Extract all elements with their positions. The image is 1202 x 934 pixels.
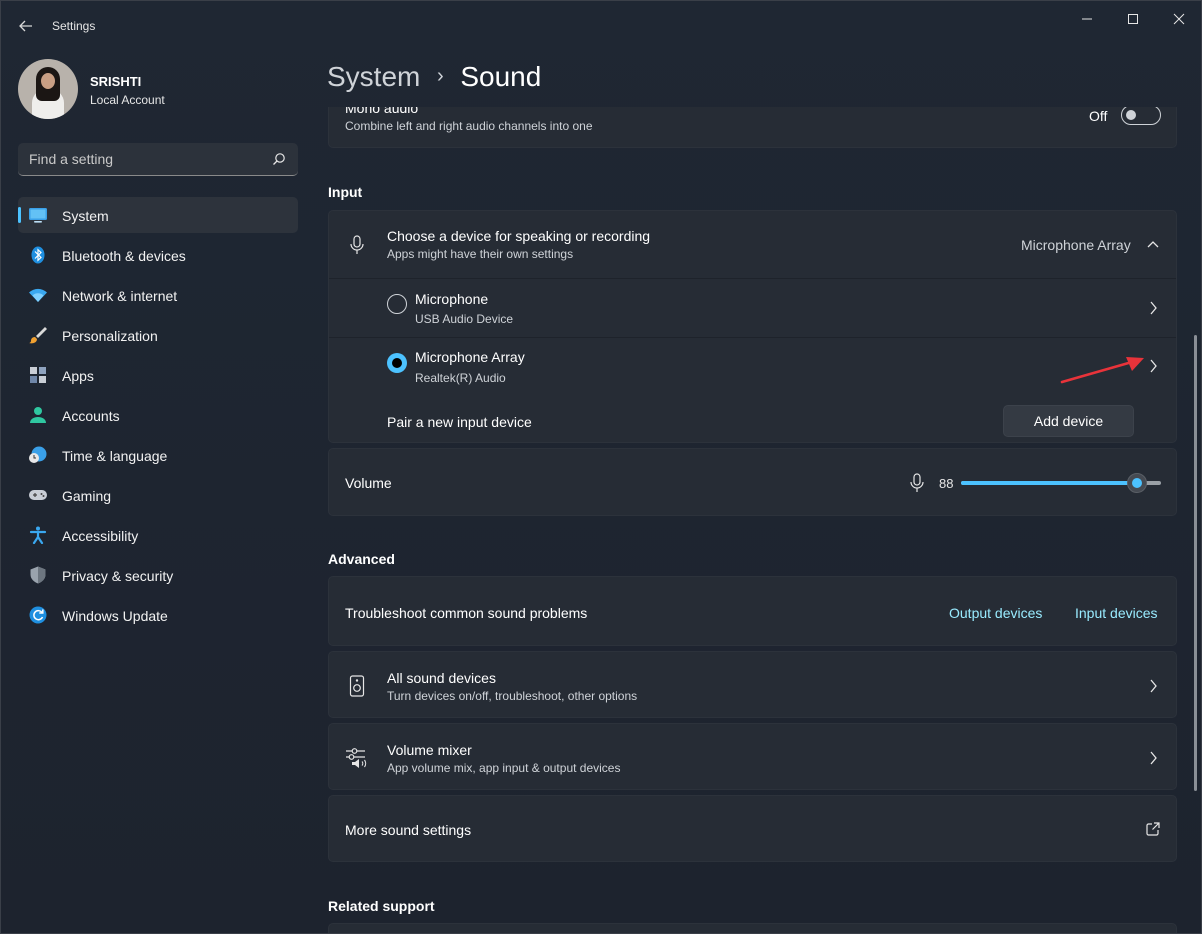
maximize-icon: [1128, 14, 1138, 24]
selected-input-device: Microphone Array: [1021, 237, 1131, 253]
related-support-heading: Related support: [328, 898, 435, 914]
mono-audio-state: Off: [1089, 108, 1108, 124]
account-type: Local Account: [90, 93, 165, 107]
microphone-icon: [350, 235, 364, 254]
troubleshoot-card: Troubleshoot common sound problems Outpu…: [328, 576, 1177, 646]
back-arrow-icon: [19, 20, 32, 32]
device-row-microphone-array[interactable]: Microphone Array Realtek(R) Audio: [329, 338, 1176, 395]
microphone-array-radio[interactable]: [387, 353, 407, 373]
all-sound-devices-title: All sound devices: [387, 670, 496, 686]
choose-device-title: Choose a device for speaking or recordin…: [387, 228, 651, 244]
volume-mixer-title: Volume mixer: [387, 742, 472, 758]
related-support-card: [328, 923, 1177, 933]
breadcrumb-separator: ›: [437, 65, 444, 87]
volume-mixer-subtitle: App volume mix, app input & output devic…: [387, 761, 621, 775]
volume-slider[interactable]: [961, 473, 1161, 493]
chevron-up-icon[interactable]: [1147, 238, 1159, 252]
output-devices-link[interactable]: Output devices: [949, 605, 1042, 621]
mono-audio-subtitle: Combine left and right audio channels in…: [345, 119, 593, 133]
chevron-right-icon[interactable]: [1147, 679, 1159, 693]
troubleshoot-title: Troubleshoot common sound problems: [345, 605, 588, 621]
device-detail: Realtek(R) Audio: [415, 371, 506, 385]
close-icon: [1173, 13, 1185, 25]
all-sound-devices-card[interactable]: All sound devices Turn devices on/off, t…: [328, 651, 1177, 718]
volume-label: Volume: [345, 475, 392, 491]
chevron-right-icon[interactable]: [1147, 301, 1159, 315]
volume-slider-thumb[interactable]: [1127, 473, 1147, 493]
pair-device-label: Pair a new input device: [387, 414, 532, 430]
volume-value: 88: [939, 476, 954, 491]
minimize-button[interactable]: [1072, 9, 1102, 31]
app-title: Settings: [52, 19, 96, 33]
pair-device-row: Pair a new input device Add device: [329, 395, 1176, 443]
mono-audio-title: Mono audio: [345, 107, 419, 116]
choose-device-row[interactable]: Choose a device for speaking or recordin…: [329, 211, 1176, 277]
maximize-button[interactable]: [1118, 9, 1148, 31]
microphone-radio[interactable]: [387, 294, 407, 314]
close-button[interactable]: [1164, 9, 1194, 31]
profile-name: SRISHTI: [90, 74, 142, 89]
input-volume-card: Volume 88: [328, 448, 1177, 516]
scrollbar[interactable]: [1194, 335, 1197, 791]
device-detail: USB Audio Device: [415, 312, 514, 326]
title-bar: Settings: [1, 1, 1201, 49]
input-device-card: Choose a device for speaking or recordin…: [328, 210, 1177, 443]
device-row-microphone[interactable]: Microphone USB Audio Device: [329, 279, 1176, 336]
device-name: Microphone Array: [415, 349, 525, 365]
chevron-right-icon[interactable]: [1147, 359, 1159, 373]
input-heading: Input: [328, 184, 363, 200]
chevron-right-icon[interactable]: [1147, 751, 1159, 765]
device-name: Microphone: [415, 291, 489, 307]
minimize-icon: [1082, 18, 1092, 20]
speaker-icon: [349, 675, 365, 697]
breadcrumb: System › Sound: [327, 61, 541, 93]
volume-mixer-icon: [346, 748, 367, 768]
settings-window: Settings SRISHTI Local Account System: [0, 0, 1202, 934]
breadcrumb-parent[interactable]: System: [327, 61, 420, 92]
content-pane: Mono audio Combine left and right audio …: [1, 107, 1191, 933]
page-title: Sound: [460, 61, 542, 92]
more-sound-settings-title: More sound settings: [345, 822, 472, 838]
back-button[interactable]: [15, 15, 37, 37]
external-link-icon[interactable]: [1146, 822, 1160, 836]
more-sound-settings-card[interactable]: More sound settings: [328, 795, 1177, 862]
annotation-arrow-icon: [1060, 357, 1144, 384]
microphone-icon: [910, 473, 924, 492]
volume-slider-fill: [961, 481, 1137, 485]
add-device-button[interactable]: Add device: [1003, 405, 1134, 437]
input-devices-link[interactable]: Input devices: [1075, 605, 1158, 621]
advanced-heading: Advanced: [328, 551, 395, 567]
all-sound-devices-subtitle: Turn devices on/off, troubleshoot, other…: [387, 689, 638, 703]
choose-device-subtitle: Apps might have their own settings: [387, 247, 574, 261]
volume-mixer-card[interactable]: Volume mixer App volume mix, app input &…: [328, 723, 1177, 790]
mono-audio-toggle[interactable]: [1121, 107, 1161, 125]
mono-audio-card: Mono audio Combine left and right audio …: [328, 107, 1177, 148]
